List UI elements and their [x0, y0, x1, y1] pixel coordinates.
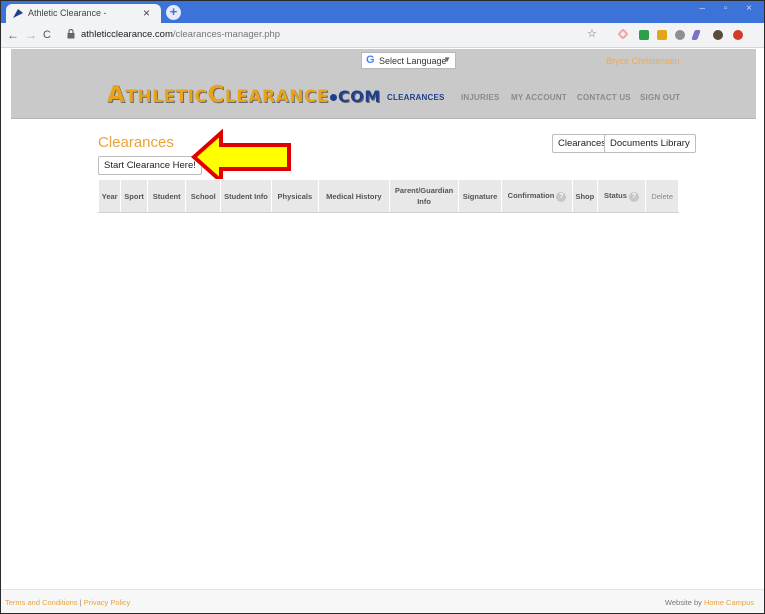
google-translate-icon: G: [366, 54, 375, 66]
user-name-link[interactable]: Bryce Christensen: [606, 56, 680, 66]
tab-title: Athletic Clearance -: [28, 8, 107, 18]
col-sport[interactable]: Sport: [120, 179, 148, 213]
url-field[interactable]: athleticclearance.com/clearances-manager…: [67, 26, 597, 44]
page-title: Clearances: [98, 134, 174, 151]
forward-arrow-icon[interactable]: →: [25, 28, 37, 42]
col-medical-history[interactable]: Medical History: [317, 179, 390, 213]
nav-clearances[interactable]: CLEARANCES: [387, 93, 445, 102]
extension-4-icon[interactable]: [675, 30, 685, 40]
nav-my-account[interactable]: MY ACCOUNT: [511, 93, 567, 102]
url-text: athleticclearance.com/clearances-manager…: [81, 29, 280, 40]
table-header-row: Year Sport Student School Student Info P…: [97, 179, 679, 213]
nav-injuries[interactable]: INJURIES: [461, 93, 500, 102]
footer-credit: Website by Home Campus: [665, 598, 754, 607]
privacy-link[interactable]: Privacy Policy: [84, 598, 131, 607]
logo-word-athletic: THLETIC: [125, 87, 208, 107]
language-bar: G Select Language ▼ Bryce Christensen: [11, 49, 756, 73]
browser-tab[interactable]: Athletic Clearance - ×: [6, 4, 161, 23]
chevron-down-icon: ▼: [443, 55, 451, 64]
col-status[interactable]: Status?: [596, 179, 647, 213]
language-select[interactable]: G Select Language ▼: [361, 52, 456, 69]
athletic-clearance-logo[interactable]: ATHLETICCLEARANCE COM: [107, 82, 381, 108]
extension-5-icon[interactable]: [691, 30, 701, 40]
help-icon[interactable]: ?: [556, 191, 567, 202]
col-info-label: Info: [417, 197, 431, 206]
documents-library-button[interactable]: Documents Library: [604, 134, 696, 153]
new-tab-icon[interactable]: +: [166, 5, 181, 20]
credit-prefix: Website by: [664, 598, 702, 607]
col-confirmation[interactable]: Confirmation?: [500, 179, 574, 213]
home-campus-link[interactable]: Home Campus: [704, 598, 754, 607]
callout-arrow-icon: [191, 129, 291, 185]
extension-3-icon[interactable]: [657, 30, 667, 40]
site-header: ATHLETICCLEARANCE COM CLEARANCES INJURIES…: [11, 73, 756, 119]
col-shop[interactable]: Shop: [572, 179, 598, 213]
profile-avatar-icon[interactable]: [713, 30, 723, 40]
help-icon[interactable]: ?: [628, 191, 639, 202]
col-year[interactable]: Year: [97, 179, 122, 213]
bookmark-star-icon[interactable]: ☆: [587, 28, 597, 40]
logo-word-clearance: LEARANCE: [224, 87, 330, 107]
extension-7-icon[interactable]: [733, 30, 743, 40]
clearances-table: Year Sport Student School Student Info P…: [97, 179, 679, 213]
col-physicals[interactable]: Physicals: [270, 179, 319, 213]
extension-1-icon[interactable]: [617, 28, 629, 40]
window-controls[interactable]: – ▫ ×: [699, 3, 760, 14]
language-select-label: Select Language: [379, 56, 447, 66]
page-footer: Terms and Conditions | Privacy Policy We…: [1, 589, 764, 613]
url-host: athleticclearance.com: [81, 29, 173, 40]
col-signature[interactable]: Signature: [458, 179, 502, 213]
footer-separator: |: [79, 598, 82, 607]
reload-icon[interactable]: C: [43, 28, 51, 42]
col-status-label: Status: [603, 191, 627, 201]
logo-com: COM: [338, 87, 381, 106]
nav-contact-us[interactable]: CONTACT US: [577, 93, 631, 102]
logo-letter-a: A: [107, 82, 126, 108]
lock-icon: [67, 29, 75, 39]
start-clearance-button[interactable]: Start Clearance Here!: [98, 156, 202, 175]
col-parent-guardian-info[interactable]: Parent/Guardian Info: [388, 179, 460, 213]
col-student[interactable]: Student: [146, 179, 187, 213]
back-arrow-icon[interactable]: ←: [7, 28, 19, 42]
browser-window: Athletic Clearance - × + – ▫ × ← → C ath…: [0, 0, 765, 614]
tab-strip: Athletic Clearance - × + – ▫ ×: [1, 1, 764, 23]
col-confirmation-label: Confirmation: [507, 191, 555, 201]
logo-ball-icon: [330, 94, 338, 101]
terms-link[interactable]: Terms and Conditions: [5, 598, 78, 607]
close-tab-icon[interactable]: ×: [143, 6, 150, 20]
footer-links: Terms and Conditions | Privacy Policy: [5, 598, 130, 607]
col-student-info[interactable]: Student Info: [220, 179, 272, 213]
col-parent-guardian-label: Parent/Guardian: [394, 186, 454, 195]
logo-letter-c: C: [207, 82, 225, 108]
extension-2-icon[interactable]: [639, 30, 649, 40]
col-delete[interactable]: Delete: [645, 179, 679, 213]
address-bar: ← → C athleticclearance.com/clearances-m…: [1, 23, 764, 48]
url-path: /clearances-manager.php: [172, 29, 281, 40]
col-school[interactable]: School: [185, 179, 222, 213]
athletic-clearance-favicon-icon: [13, 9, 23, 18]
nav-sign-out[interactable]: SIGN OUT: [640, 93, 680, 102]
